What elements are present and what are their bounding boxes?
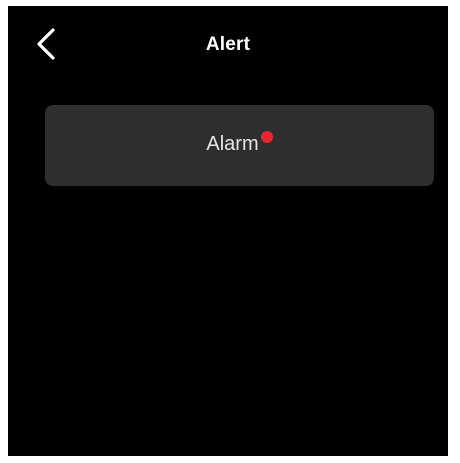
menu-list: Alarm — [45, 105, 434, 186]
page-title: Alert — [205, 34, 251, 55]
screen: Alert Alarm — [8, 6, 448, 456]
header: Alert — [8, 6, 448, 86]
alarm-item[interactable]: Alarm — [45, 105, 434, 186]
alert-badge-icon — [260, 130, 273, 143]
alarm-label: Alarm — [206, 133, 259, 155]
